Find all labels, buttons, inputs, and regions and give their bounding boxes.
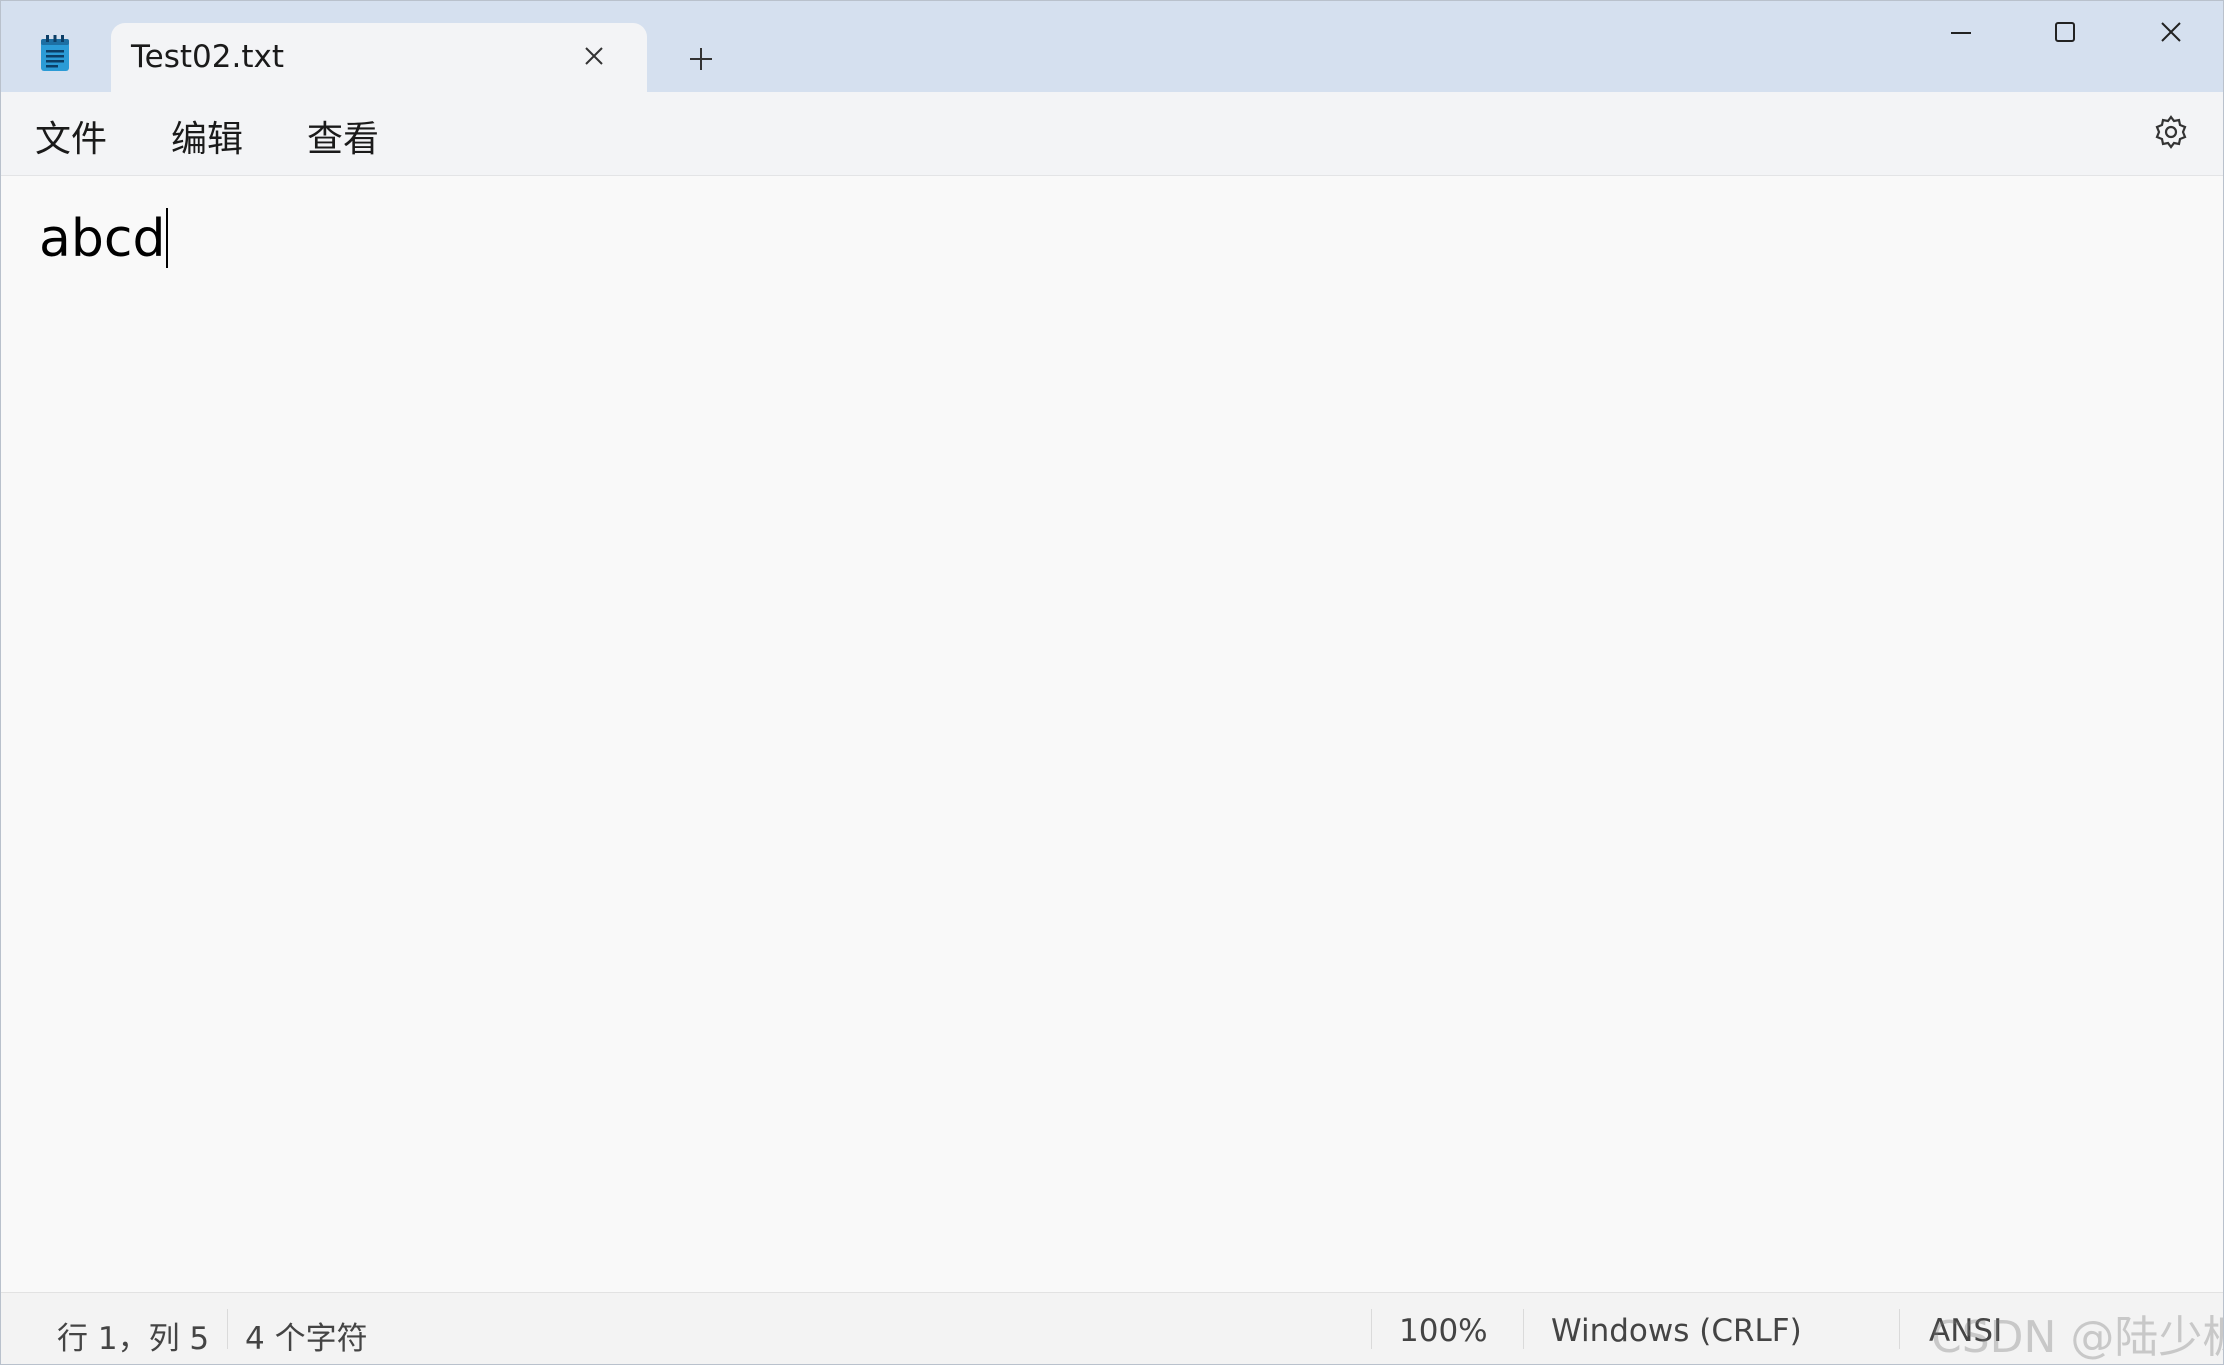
title-bar[interactable]: Test02.txt — [1, 1, 2223, 92]
status-bar: 行 1，列 5 4 个字符 100% Windows (CRLF) ANSI — [1, 1292, 2223, 1364]
minimize-icon[interactable] — [1941, 15, 1981, 51]
plus-icon[interactable] — [683, 41, 719, 77]
menu-file[interactable]: 文件 — [35, 110, 107, 162]
status-divider — [1899, 1309, 1900, 1349]
menu-edit[interactable]: 编辑 — [171, 110, 243, 162]
tab-test02[interactable]: Test02.txt — [111, 23, 647, 92]
tab-title: Test02.txt — [131, 39, 285, 75]
close-icon[interactable] — [2151, 15, 2191, 51]
text-editor[interactable]: abcd — [1, 176, 2223, 1292]
editor-content[interactable]: abcd — [39, 208, 169, 270]
close-icon[interactable] — [579, 41, 609, 71]
maximize-icon[interactable] — [2045, 15, 2085, 51]
status-divider — [1371, 1309, 1372, 1349]
notepad-window: Test02.txt 文件 编辑 查看 abcd 行 1，列 5 4 个字符 1… — [0, 0, 2224, 1365]
status-zoom[interactable]: 100% — [1399, 1313, 1488, 1349]
status-divider — [1523, 1309, 1524, 1349]
watermark: CSDN @陆少枫 — [1931, 1312, 2224, 1363]
status-line-ending[interactable]: Windows (CRLF) — [1551, 1313, 1802, 1349]
status-char-count: 4 个字符 — [245, 1321, 368, 1357]
menu-bar: 文件 编辑 查看 — [1, 92, 2223, 176]
gear-icon[interactable] — [2151, 112, 2191, 152]
menu-view[interactable]: 查看 — [307, 110, 379, 162]
notepad-icon — [39, 35, 71, 73]
status-divider — [227, 1309, 228, 1349]
editor-text: abcd — [39, 209, 166, 269]
status-cursor-position: 行 1，列 5 — [57, 1321, 210, 1357]
text-caret — [166, 208, 169, 268]
